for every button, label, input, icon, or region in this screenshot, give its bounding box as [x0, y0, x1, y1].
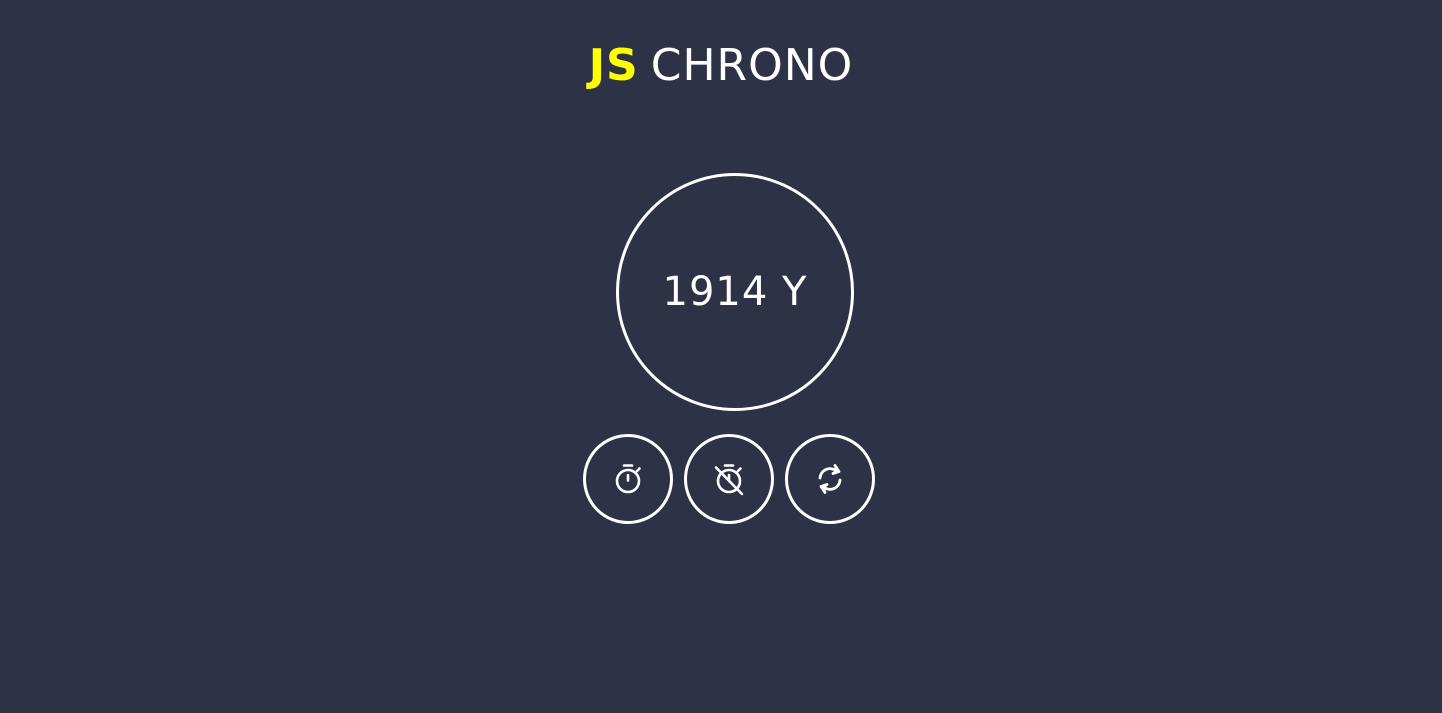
page-title: JS CHRONO [0, 38, 1442, 94]
controls-bar [583, 434, 883, 524]
stopwatch-off-icon [712, 462, 746, 496]
chrono-value: 1914 Y [662, 269, 808, 315]
app-root: JS CHRONO 1914 Y [0, 0, 1442, 713]
chrono-display: 1914 Y [616, 173, 854, 411]
title-text: CHRONO [650, 40, 854, 91]
title-accent: JS [588, 40, 639, 91]
refresh-icon [813, 462, 847, 496]
stopwatch-icon [611, 462, 645, 496]
reset-button[interactable] [785, 434, 875, 524]
stop-button[interactable] [684, 434, 774, 524]
start-button[interactable] [583, 434, 673, 524]
